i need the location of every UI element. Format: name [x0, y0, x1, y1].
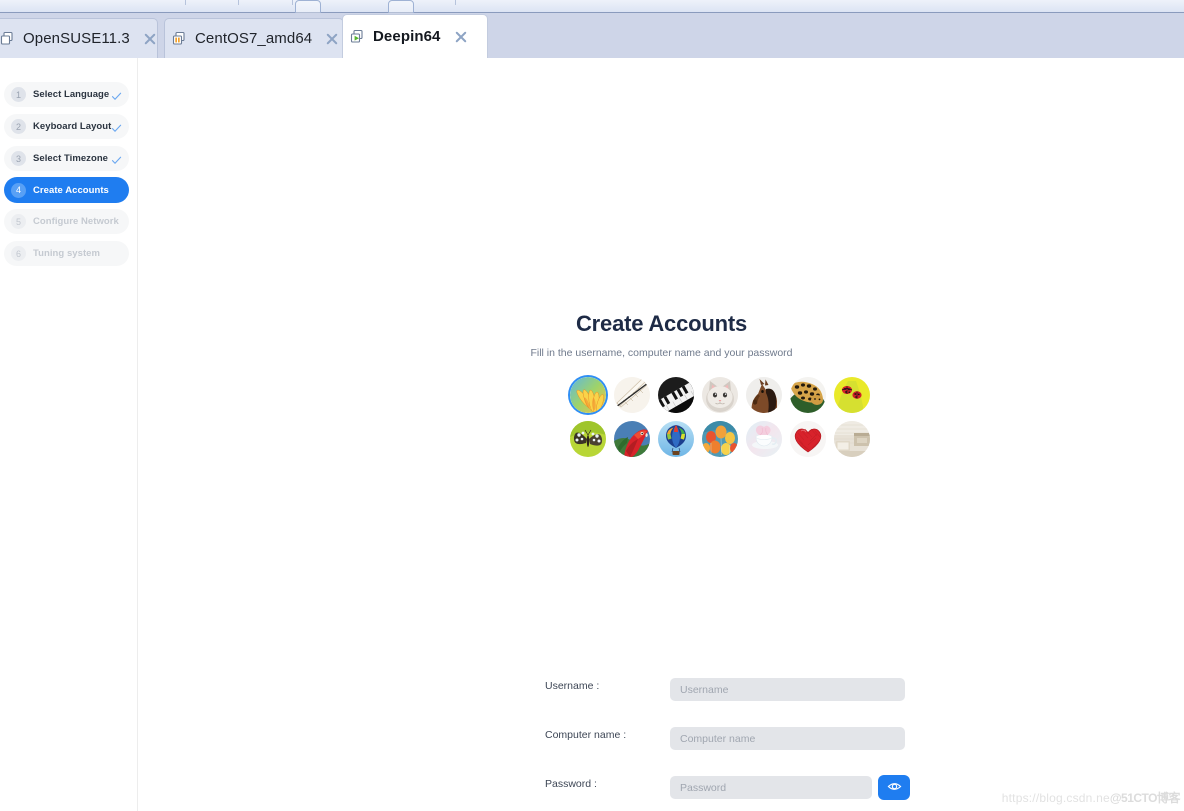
password-label: Password : [545, 778, 597, 790]
avatar-butterfly[interactable] [570, 421, 606, 457]
avatar-row [570, 421, 874, 457]
step-number: 1 [11, 87, 26, 102]
check-icon [111, 121, 122, 132]
paused-vm-icon [171, 30, 188, 47]
tab-label: OpenSUSE11.3 [23, 30, 130, 47]
avatar-piano[interactable] [658, 377, 694, 413]
eye-icon [887, 779, 902, 797]
tab-deepin64[interactable]: Deepin64 [342, 14, 488, 58]
computer-name-input[interactable] [670, 727, 905, 750]
avatar-leopard[interactable] [790, 377, 826, 413]
avatar-kitten[interactable] [702, 377, 738, 413]
sidebar-item-configure-network[interactable]: 5 Configure Network [4, 209, 129, 234]
toolbar-separator [238, 0, 239, 5]
wizard-main-pane: Create Accounts Fill in the username, co… [139, 58, 1184, 811]
tab-label: Deepin64 [373, 28, 441, 45]
avatar-row [570, 377, 874, 413]
username-row: Username : [545, 678, 915, 701]
toolbar-separator [185, 0, 186, 5]
stacked-squares-icon [0, 30, 16, 47]
toggle-password-visibility-button[interactable] [878, 775, 910, 800]
step-label: Configure Network [33, 216, 119, 227]
toolbar-separator [455, 0, 456, 5]
sidebar-item-select-language[interactable]: 1 Select Language [4, 82, 129, 107]
username-label: Username : [545, 680, 600, 692]
username-input[interactable] [670, 678, 905, 701]
step-number: 6 [11, 246, 26, 261]
step-label: Keyboard Layout [33, 121, 112, 132]
avatar-parrot[interactable] [614, 421, 650, 457]
avatar-hot-air-balloon[interactable] [658, 421, 694, 457]
avatar-heart[interactable] [790, 421, 826, 457]
step-number: 4 [11, 182, 26, 198]
app-toolbar-strip [0, 0, 1184, 16]
avatar-flower[interactable] [570, 377, 606, 413]
tab-bar: OpenSUSE11.3 CentOS7_amd64 Deepin64 [0, 13, 1184, 58]
step-label: Select Timezone [33, 153, 109, 164]
sidebar-item-tuning-system[interactable]: 6 Tuning system [4, 241, 129, 266]
installer-window: 1 Select Language 2 Keyboard Layout 3 Se… [0, 58, 1184, 811]
avatar-teacup[interactable] [746, 421, 782, 457]
sidebar-item-select-timezone[interactable]: 3 Select Timezone [4, 146, 129, 171]
check-icon [111, 153, 122, 164]
close-icon[interactable] [454, 30, 468, 44]
step-label: Create Accounts [33, 184, 109, 196]
sidebar-item-keyboard-layout[interactable]: 2 Keyboard Layout [4, 114, 129, 139]
avatar-fan[interactable] [614, 377, 650, 413]
wizard-sidebar: 1 Select Language 2 Keyboard Layout 3 Se… [0, 58, 138, 811]
page-subtitle: Fill in the username, computer name and … [530, 347, 793, 359]
avatar-balloons[interactable] [702, 421, 738, 457]
close-icon[interactable] [143, 32, 157, 46]
computer-name-row: Computer name : [545, 727, 915, 750]
step-label: Tuning system [33, 248, 100, 259]
sidebar-item-create-accounts[interactable]: 4 Create Accounts [4, 177, 129, 203]
close-icon[interactable] [325, 32, 339, 46]
password-input[interactable] [670, 776, 872, 799]
computer-name-label: Computer name : [545, 729, 627, 741]
tab-label: CentOS7_amd64 [195, 30, 313, 47]
step-number: 2 [11, 119, 26, 134]
page-title: Create Accounts [575, 311, 747, 336]
check-icon [111, 89, 122, 100]
avatar-ladybug[interactable] [834, 377, 870, 413]
tab-opensuse[interactable]: OpenSUSE11.3 [0, 18, 158, 58]
step-label: Select Language [33, 89, 110, 100]
step-number: 5 [11, 214, 26, 229]
step-number: 3 [11, 151, 26, 166]
avatar-room[interactable] [834, 421, 870, 457]
password-row: Password : [545, 775, 915, 800]
avatar-picker [570, 377, 874, 465]
toolbar-separator [292, 0, 293, 5]
avatar-horse[interactable] [746, 377, 782, 413]
running-vm-icon [349, 28, 366, 45]
tab-centos[interactable]: CentOS7_amd64 [164, 18, 344, 58]
